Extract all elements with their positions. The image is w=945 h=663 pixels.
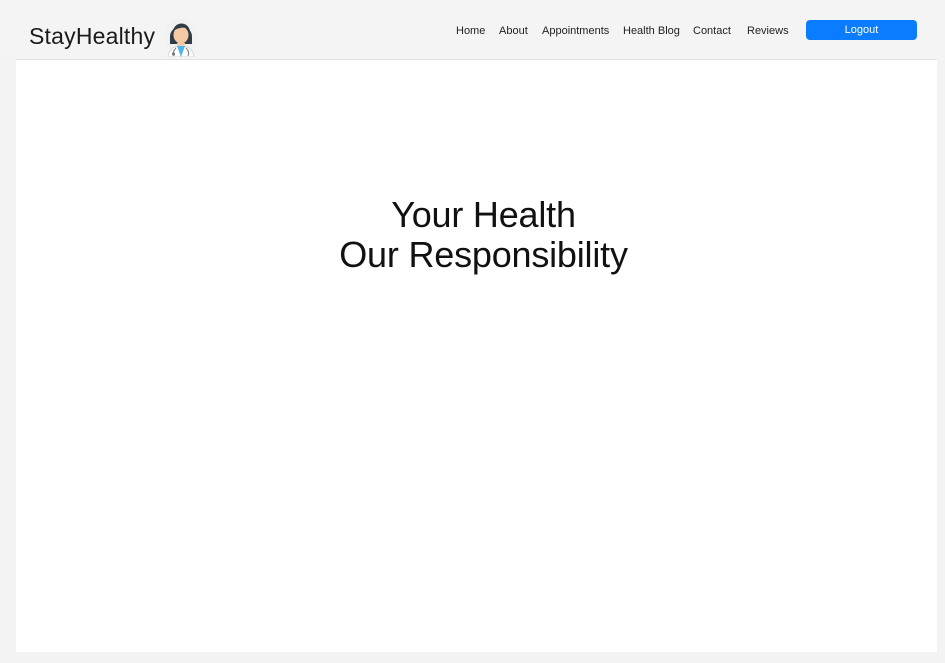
nav-appointments-link[interactable]: Appointments — [542, 24, 609, 38]
hero-line-one: Your Health — [391, 194, 576, 235]
main-nav: Home About Appointments Health Blog Cont… — [0, 24, 945, 38]
main-content: Your Health Our Responsibility — [16, 59, 937, 652]
nav-reviews-link[interactable]: Reviews — [747, 24, 789, 38]
header: StayHealthy Home About Appointments Heal… — [0, 0, 945, 59]
nav-home-link[interactable]: Home — [456, 24, 485, 38]
hero-line-two: Our Responsibility — [339, 234, 628, 275]
nav-contact-link[interactable]: Contact — [693, 24, 731, 38]
nav-health-blog-link[interactable]: Health Blog — [623, 24, 680, 38]
logout-button[interactable]: Logout — [806, 20, 917, 40]
nav-about-link[interactable]: About — [499, 24, 528, 38]
page: StayHealthy Home About Appointments Heal… — [0, 0, 945, 663]
hero-heading: Your Health Our Responsibility — [16, 195, 945, 275]
